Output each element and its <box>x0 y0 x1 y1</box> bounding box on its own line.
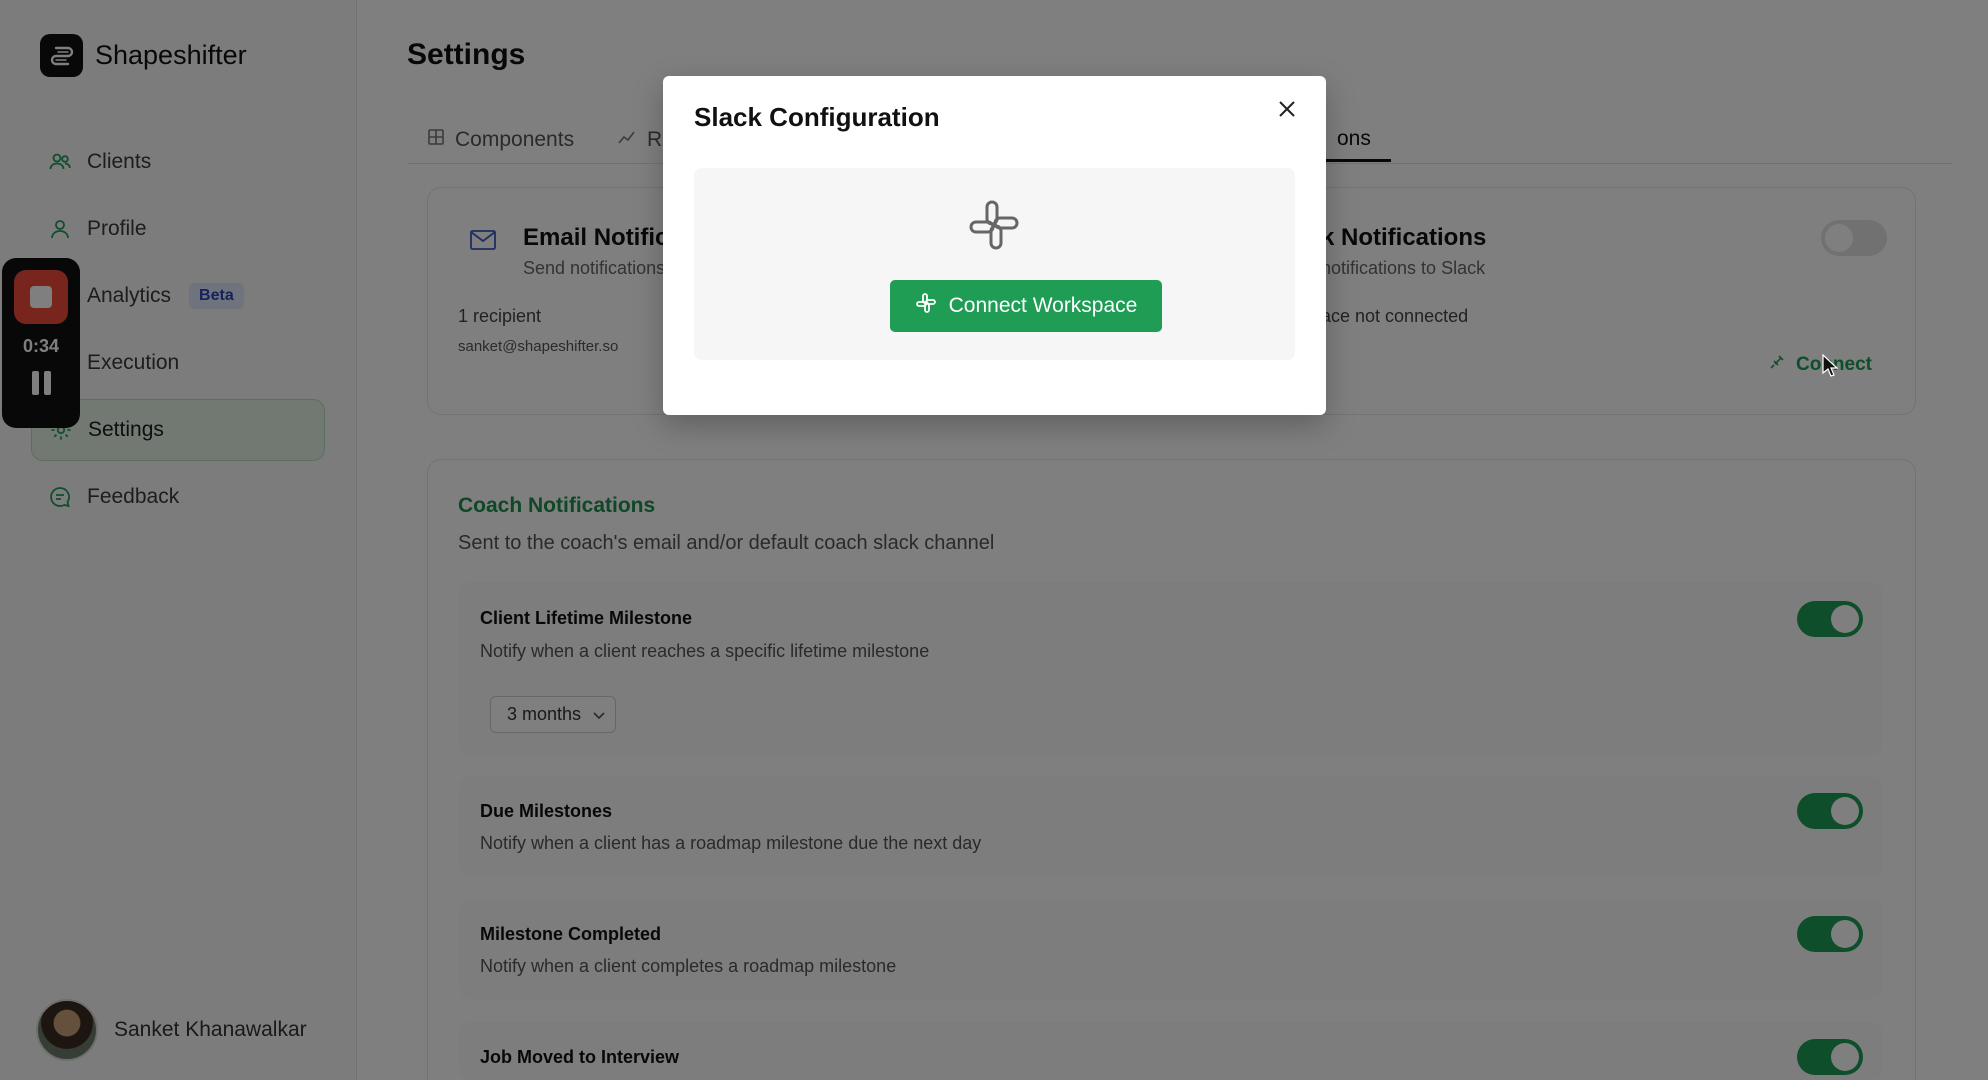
button-label: Connect Workspace <box>948 294 1138 317</box>
close-button[interactable] <box>1270 94 1304 128</box>
connect-workspace-button[interactable]: Connect Workspace <box>890 280 1162 332</box>
mouse-cursor-icon <box>1822 353 1839 383</box>
modal-title: Slack Configuration <box>694 102 940 132</box>
close-icon <box>1277 99 1297 124</box>
slack-configuration-modal: Slack Configuration Connect Workspace <box>663 76 1326 415</box>
modal-body: Connect Workspace <box>694 168 1295 360</box>
slack-icon <box>915 292 937 320</box>
slack-logo-icon <box>967 198 1021 257</box>
